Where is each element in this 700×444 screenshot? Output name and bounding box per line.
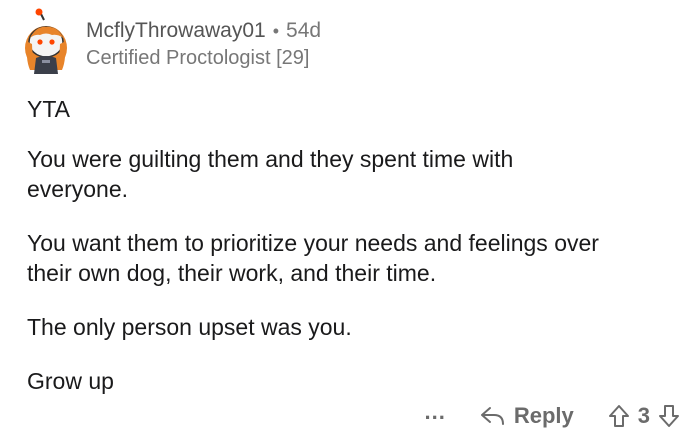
reply-label: Reply	[513, 403, 574, 428]
separator-dot: •	[272, 21, 280, 41]
user-flair: Certified Proctologist [29]	[86, 47, 310, 69]
more-options-button[interactable]: ...	[424, 401, 445, 427]
comment-paragraph: YTA	[27, 96, 71, 122]
comment-paragraph: The only person upset was you.	[27, 314, 352, 340]
avatar[interactable]	[22, 8, 74, 76]
vote-score: 3	[637, 403, 650, 428]
comment-actions: ... Reply 3	[424, 398, 680, 434]
comment-age[interactable]: 54d	[286, 18, 321, 44]
username-link[interactable]: McflyThrowaway01	[86, 18, 266, 44]
comment-paragraph: You want them to prioritize your needs a…	[27, 230, 599, 286]
comment: McflyThrowaway01 • 54d Certified Proctol…	[0, 0, 700, 444]
reply-button[interactable]: Reply	[480, 403, 574, 429]
snoo-avatar-icon	[25, 8, 67, 74]
upvote-arrow-icon[interactable]	[608, 404, 630, 428]
comment-paragraph: You were guilting them and they spent ti…	[27, 146, 514, 202]
comment-paragraph: Grow up	[27, 368, 114, 394]
comment-meta: McflyThrowaway01 • 54d Certified Proctol…	[86, 18, 321, 71]
comment-header: McflyThrowaway01 • 54d Certified Proctol…	[22, 8, 321, 78]
meta-line: McflyThrowaway01 • 54d	[86, 18, 321, 44]
downvote-arrow-icon[interactable]	[658, 404, 680, 428]
reply-arrow-icon	[480, 407, 504, 425]
vote-controls: 3	[608, 403, 680, 429]
comment-body: YTA You were guilting them and they spen…	[27, 94, 677, 420]
